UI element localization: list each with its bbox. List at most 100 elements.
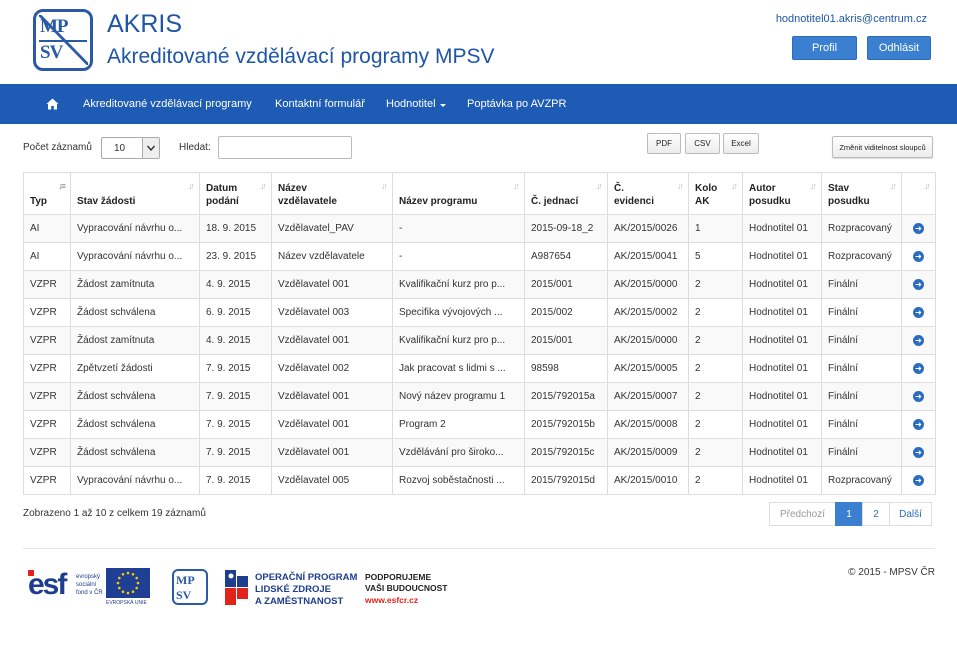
- logo-text-bottom: SV: [40, 42, 63, 63]
- logout-button[interactable]: Odhlásit: [867, 36, 931, 60]
- table-cell-review-status: Finální: [821, 298, 902, 327]
- table-cell-status: Vypracování návrhu o...: [70, 466, 200, 495]
- table-cell-submit-date: 4. 9. 2015: [199, 270, 272, 299]
- nav-item-programs[interactable]: Akreditované vzdělávací programy: [83, 84, 252, 124]
- column-header-label: AK: [695, 195, 710, 207]
- table-cell-type: AI: [23, 214, 71, 243]
- table-cell-round: 2: [688, 270, 743, 299]
- column-header-review-author[interactable]: Autor posudku ↓↑: [742, 172, 822, 215]
- footer-divider: [23, 548, 935, 549]
- export-pdf-button[interactable]: PDF: [647, 133, 681, 154]
- arrow-right-circle-icon[interactable]: ➜: [913, 279, 924, 290]
- column-header-review-status[interactable]: Stav posudku ↓↑: [821, 172, 902, 215]
- user-email[interactable]: hodnotitel01.akris@centrum.cz: [776, 13, 927, 25]
- arrow-right-circle-icon[interactable]: ➜: [913, 251, 924, 262]
- page-size-select[interactable]: 10: [101, 137, 160, 159]
- column-header-program-name[interactable]: Název programu ↓↑: [392, 172, 525, 215]
- table-cell-actions: ➜: [901, 298, 936, 327]
- arrow-right-circle-icon[interactable]: ➜: [913, 363, 924, 374]
- arrow-right-circle-icon[interactable]: ➜: [913, 419, 924, 430]
- column-header-registration-number[interactable]: Č. evidenci ↓↑: [607, 172, 689, 215]
- sort-icon[interactable]: ↓↑: [810, 181, 817, 192]
- sort-icon[interactable]: ↓↑: [260, 181, 267, 192]
- table-cell-registration-number: AK/2015/0009: [607, 438, 689, 467]
- sort-ascending-icon[interactable]: ↓≡: [58, 181, 66, 192]
- table-cell-status: Vypracování návrhu o...: [70, 214, 200, 243]
- column-header-line: Kolo: [695, 183, 718, 194]
- sort-icon[interactable]: ↓↑: [677, 181, 684, 192]
- table-cell-type: VZPR: [23, 298, 71, 327]
- table-cell-program-name: Program 2: [392, 410, 525, 439]
- table-cell-type: VZPR: [23, 354, 71, 383]
- table-cell-actions: ➜: [901, 382, 936, 411]
- sort-icon[interactable]: ↓↑: [188, 181, 195, 192]
- table-cell-reference-number: 2015-09-18_2: [524, 214, 608, 243]
- table-cell-review-status: Finální: [821, 410, 902, 439]
- column-header-round[interactable]: Kolo AK ↓↑: [688, 172, 743, 215]
- table-row[interactable]: VZPR Žádost zamítnuta 4. 9. 2015 Vzdělavate…: [23, 270, 936, 299]
- column-visibility-button[interactable]: Změnit viditelnost sloupců: [832, 136, 933, 158]
- table-cell-submit-date: 18. 9. 2015: [199, 214, 272, 243]
- pagination-page-2[interactable]: 2: [862, 502, 890, 526]
- table-cell-review-status: Rozpracovaný: [821, 466, 902, 495]
- sort-icon[interactable]: ↓↑: [596, 181, 603, 192]
- pagination-page-1[interactable]: 1: [835, 502, 863, 526]
- table-row[interactable]: AI Vypracování návrhu o... 18. 9. 2015 Vzdě…: [23, 214, 936, 243]
- nav-item-contact-form[interactable]: Kontaktní formulář: [275, 84, 365, 124]
- search-input[interactable]: [218, 136, 352, 159]
- table-cell-review-author: Hodnotitel 01: [742, 270, 822, 299]
- table-cell-submit-date: 7. 9. 2015: [199, 466, 272, 495]
- column-header-submit-date[interactable]: Datum podání ↓↑: [199, 172, 272, 215]
- table-cell-submit-date: 4. 9. 2015: [199, 326, 272, 355]
- column-header-reference-number[interactable]: Č. jednací ↓↑: [524, 172, 608, 215]
- nav-item-evaluator[interactable]: Hodnotitel: [386, 84, 446, 124]
- arrow-right-circle-icon[interactable]: ➜: [913, 307, 924, 318]
- mpsv-logo[interactable]: MP SV: [33, 9, 93, 71]
- export-csv-button[interactable]: CSV: [685, 133, 720, 154]
- sort-icon[interactable]: ↓↑: [924, 181, 931, 192]
- column-header-actions[interactable]: ↓↑: [901, 172, 936, 215]
- sort-icon[interactable]: ↓↑: [513, 181, 520, 192]
- arrow-right-circle-icon[interactable]: ➜: [913, 391, 924, 402]
- arrow-right-circle-icon[interactable]: ➜: [913, 447, 924, 458]
- column-header-status[interactable]: Stav žádosti ↓↑: [70, 172, 200, 215]
- column-header-label: evidenci: [614, 195, 655, 207]
- table-cell-review-status: Finální: [821, 438, 902, 467]
- table-cell-round: 2: [688, 298, 743, 327]
- table-cell-actions: ➜: [901, 242, 936, 271]
- table-row[interactable]: VZPR Žádost schválena 7. 9. 2015 Vzdělavate…: [23, 382, 936, 411]
- table-cell-type: VZPR: [23, 382, 71, 411]
- table-row[interactable]: VZPR Žádost schválena 7. 9. 2015 Vzdělavate…: [23, 410, 936, 439]
- arrow-right-circle-icon[interactable]: ➜: [913, 335, 924, 346]
- table-cell-round: 2: [688, 466, 743, 495]
- mpsv-footer-top: MP: [176, 573, 195, 587]
- table-cell-provider: Vzdělavatel 002: [271, 354, 393, 383]
- arrow-right-circle-icon[interactable]: ➜: [913, 475, 924, 486]
- support-url[interactable]: www.esfcr.cz: [365, 595, 448, 606]
- column-header-label: Stav žádosti: [77, 195, 136, 207]
- arrow-right-circle-icon[interactable]: ➜: [913, 223, 924, 234]
- nav-item-demand[interactable]: Poptávka po AVZPR: [467, 84, 566, 124]
- column-header-provider[interactable]: Název vzdělavatele ↓↑: [271, 172, 393, 215]
- sort-icon[interactable]: ↓↑: [890, 181, 897, 192]
- table-row[interactable]: VZPR Žádost zamítnuta 4. 9. 2015 Vzdělavate…: [23, 326, 936, 355]
- table-header: Typ ↓≡ Stav žádosti ↓↑ Datum podání ↓↑ Název vzd…: [23, 172, 936, 215]
- table-cell-review-status: Finální: [821, 270, 902, 299]
- pagination-previous[interactable]: Předchozí: [769, 502, 836, 526]
- export-excel-button[interactable]: Excel: [723, 133, 759, 154]
- table-row[interactable]: VZPR Zpětvzetí žádosti 7. 9. 2015 Vzdělavat…: [23, 354, 936, 383]
- table-row[interactable]: AI Vypracování návrhu o... 23. 9. 2015 Náze…: [23, 242, 936, 271]
- mpsv-footer-bottom: SV: [176, 588, 192, 602]
- table-row[interactable]: VZPR Žádost schválena 7. 9. 2015 Vzdělavate…: [23, 438, 936, 467]
- table-row[interactable]: VZPR Žádost schválena 6. 9. 2015 Vzdělavate…: [23, 298, 936, 327]
- table-cell-status: Žádost zamítnuta: [70, 270, 200, 299]
- sort-icon[interactable]: ↓↑: [381, 181, 388, 192]
- column-header-line: Č.: [614, 183, 624, 194]
- table-cell-type: VZPR: [23, 438, 71, 467]
- sort-icon[interactable]: ↓↑: [731, 181, 738, 192]
- home-icon[interactable]: [46, 84, 62, 124]
- pagination-next[interactable]: Další: [889, 502, 932, 526]
- profile-button[interactable]: Profil: [792, 36, 857, 60]
- table-row[interactable]: VZPR Vypracování návrhu o... 7. 9. 2015 Vzd…: [23, 466, 936, 495]
- column-header-type[interactable]: Typ ↓≡: [23, 172, 71, 215]
